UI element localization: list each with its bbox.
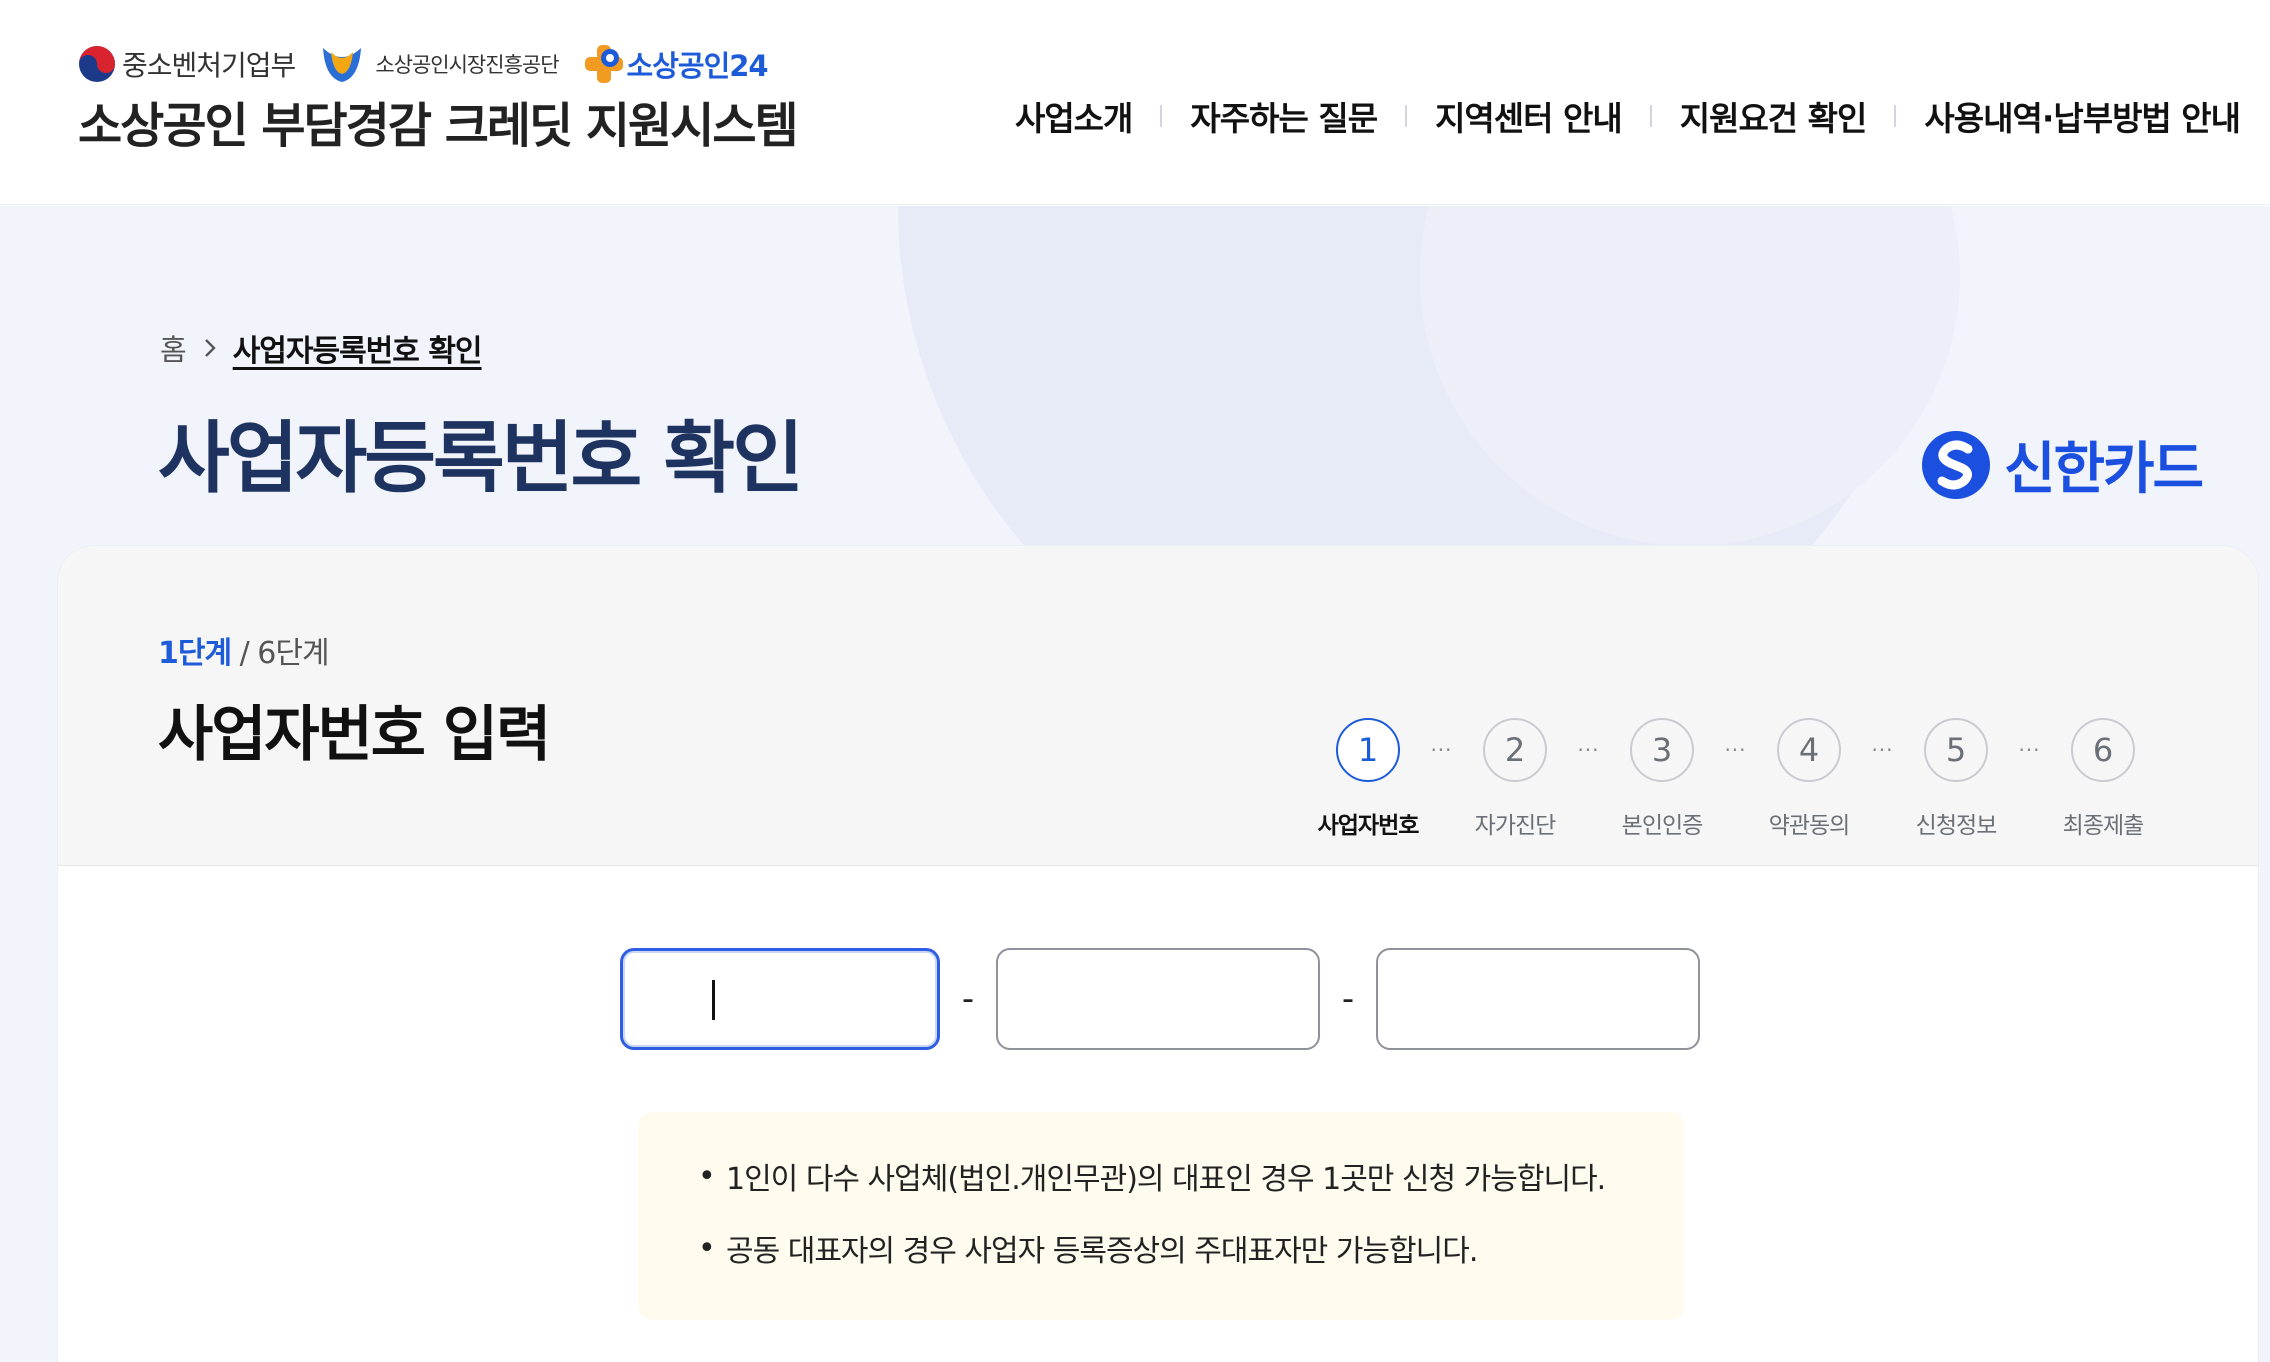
business-number-part2-input[interactable] [996, 948, 1320, 1050]
step-3: 3 본인인증 [1602, 718, 1722, 840]
logo-label: 소상공인24 [626, 49, 769, 83]
hero-section: 홈 사업자등록번호 확인 사업자등록번호 확인 신한카드 1단계 / 6단계 사… [0, 206, 2270, 1362]
notice-text: 공동 대표자의 경우 사업자 등록증상의 주대표자만 가능합니다. [726, 1234, 1478, 1269]
step-connector: ··· [1430, 738, 1453, 762]
breadcrumb: 홈 사업자등록번호 확인 [160, 326, 483, 370]
text-caret [712, 980, 715, 1020]
header-logos: 중소벤처기업부 소상공인시장진흥공단 소상공인24 [78, 42, 792, 86]
step-progress: 1 사업자번호 ··· 2 자가진단 ··· 3 본인인증 ··· 4 약관동의 [1308, 718, 2163, 840]
step-label: 최종제출 [2062, 813, 2145, 839]
step-number: 2 [1483, 718, 1547, 782]
step-number: 6 [2071, 718, 2135, 782]
notice-box: • 1인이 다수 사업체(법인.개인무관)의 대표인 경우 1곳만 신청 가능합… [638, 1112, 1684, 1320]
nav-divider [1649, 105, 1652, 127]
business-number-part1-input[interactable] [620, 948, 940, 1050]
breadcrumb-home[interactable]: 홈 [160, 327, 187, 369]
nav-divider [1160, 105, 1163, 127]
step-number: 4 [1777, 718, 1841, 782]
notice-text: 1인이 다수 사업체(법인.개인무관)의 대표인 경우 1곳만 신청 가능합니다… [726, 1162, 1606, 1197]
brand-logo: 신한카드 [1920, 424, 2204, 505]
business-number-part3-input[interactable] [1376, 948, 1700, 1050]
step-current: 1단계 [158, 636, 232, 671]
number-separator: - [961, 979, 975, 1019]
site-header: 중소벤처기업부 소상공인시장진흥공단 소상공인24 소상공인 부담경감 크레딧 … [0, 0, 2270, 205]
semas-icon [323, 48, 362, 82]
number-separator: - [1341, 979, 1355, 1019]
step-title: 사업자번호 입력 [158, 700, 551, 770]
breadcrumb-current[interactable]: 사업자등록번호 확인 [233, 326, 483, 370]
step-label: 본인인증 [1621, 813, 1704, 839]
brand-name: 신한카드 [2004, 437, 2204, 502]
step-4: 4 약관동의 [1749, 718, 1869, 840]
nav-item-eligibility[interactable]: 지원요건 확인 [1680, 92, 1868, 140]
site-title[interactable]: 소상공인 부담경감 크레딧 지원시스템 [78, 86, 799, 156]
step-connector: ··· [1724, 738, 1747, 762]
step-number: 1 [1336, 718, 1400, 782]
bullet-icon: • [698, 1158, 716, 1194]
notice-item: • 1인이 다수 사업체(법인.개인무관)의 대표인 경우 1곳만 신청 가능합… [698, 1154, 1624, 1198]
nav-item-business-intro[interactable]: 사업소개 [1015, 92, 1133, 140]
semas-logo[interactable]: 소상공인시장진흥공단 [319, 44, 560, 84]
step-label: 신청정보 [1915, 813, 1998, 839]
step-2: 2 자가진단 [1455, 718, 1575, 840]
step-card: 1단계 / 6단계 사업자번호 입력 1 사업자번호 ··· 2 자가진단 ··… [58, 546, 2258, 1362]
step-connector: ··· [2018, 738, 2041, 762]
logo-label: 중소벤처기업부 [122, 49, 296, 82]
shinhan-card-icon [1922, 430, 1990, 499]
bullet-icon: • [698, 1230, 716, 1266]
step-connector: ··· [1871, 738, 1894, 762]
logo-label: 소상공인시장진흥공단 [375, 53, 559, 77]
chevron-right-icon [187, 337, 233, 359]
nav-item-regional-center[interactable]: 지역센터 안내 [1435, 92, 1623, 140]
nav-divider [1894, 105, 1897, 127]
step-connector: ··· [1577, 738, 1600, 762]
step-number: 3 [1630, 718, 1694, 782]
taegeuk-icon [79, 46, 115, 82]
nav-item-usage-payment[interactable]: 사용내역·납부방법 안내 [1924, 92, 2241, 140]
nav-item-faq[interactable]: 자주하는 질문 [1190, 92, 1378, 140]
main-nav: 사업소개 자주하는 질문 지역센터 안내 지원요건 확인 사용내역·납부방법 안… [1015, 92, 2241, 140]
step-1: 1 사업자번호 [1308, 718, 1428, 840]
sosang24-icon [584, 45, 623, 83]
step-total: / 6단계 [231, 636, 330, 671]
step-number: 5 [1924, 718, 1988, 782]
step-counter: 1단계 / 6단계 [158, 628, 330, 672]
step-5: 5 신청정보 [1896, 718, 2016, 840]
step-label: 자가진단 [1474, 813, 1557, 839]
nav-divider [1405, 105, 1408, 127]
step-6: 6 최종제출 [2043, 718, 2163, 840]
sosang24-logo[interactable]: 소상공인24 [583, 43, 769, 85]
page-title: 사업자등록번호 확인 [158, 414, 804, 504]
business-number-inputs: - - [620, 948, 1700, 1050]
step-label: 사업자번호 [1317, 813, 1420, 839]
notice-item: • 공동 대표자의 경우 사업자 등록증상의 주대표자만 가능합니다. [698, 1226, 1624, 1270]
step-card-header: 1단계 / 6단계 사업자번호 입력 1 사업자번호 ··· 2 자가진단 ··… [58, 546, 2258, 866]
mss-logo[interactable]: 중소벤처기업부 [78, 44, 296, 84]
step-label: 약관동의 [1768, 813, 1851, 839]
business-number-part1-wrap [620, 948, 940, 1050]
